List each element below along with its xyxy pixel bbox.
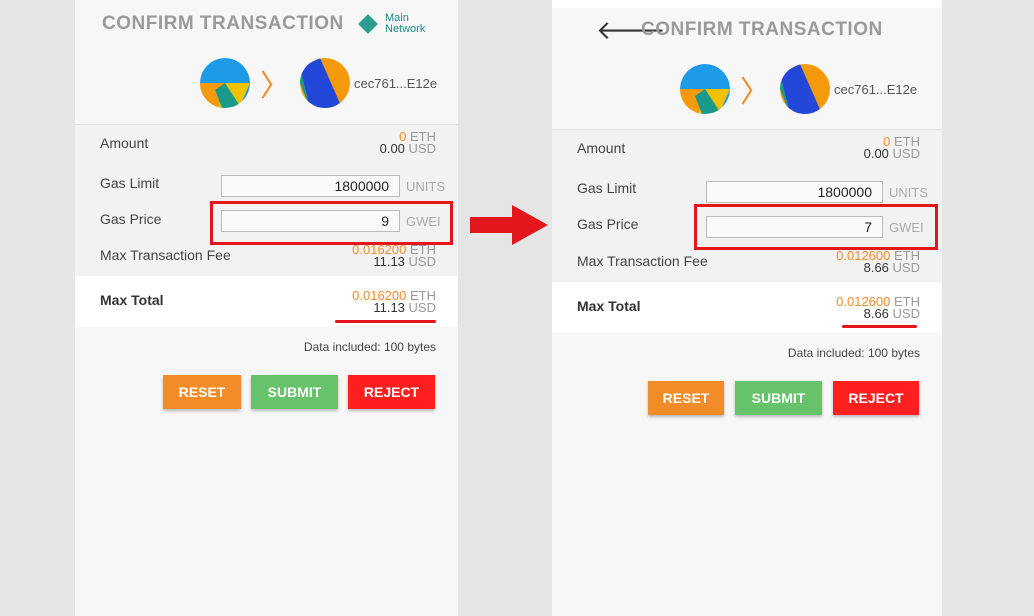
sender-avatar-icon [680,64,730,114]
usd-total-underline [335,320,436,323]
max-total-value: 0.016200 ETH 11.13 USD [352,288,436,315]
max-total-label: Max Total [577,298,641,314]
network-label: Main Network [385,12,426,35]
chevron-right-icon: 〉 [740,75,770,110]
sender-avatar-icon [200,58,250,108]
usd-total-underline [842,325,917,328]
gas-limit-unit: UNITS [889,185,928,200]
account-flow: 〉 cec761...E12e [200,58,437,108]
gas-limit-input[interactable]: 1800000 [706,181,883,203]
reject-button[interactable]: REJECT [833,381,919,415]
gas-limit-row: Gas Limit 1800000 UNITS [75,170,458,200]
arrow-right-icon [470,205,548,245]
gas-limit-label: Gas Limit [100,175,160,191]
submit-button[interactable]: SUBMIT [735,381,822,415]
max-fee-label: Max Transaction Fee [577,253,708,269]
amount-row: Amount 0 ETH 0.00 USD [75,125,458,165]
header-strip [552,0,942,8]
gas-price-highlight [210,201,453,245]
network-selector[interactable]: Main Network [358,12,426,35]
chevron-right-icon: 〉 [260,69,290,104]
recipient-address: cec761...E12e [354,75,438,91]
max-total-label: Max Total [100,292,164,308]
reject-button[interactable]: REJECT [348,375,435,409]
amount-label: Amount [100,135,149,151]
max-fee-value: 0.016200 ETH 11.13 USD [352,242,436,269]
recipient-address: cec761...E12e [834,81,918,97]
gas-limit-label: Gas Limit [577,180,637,196]
reset-button[interactable]: RESET [163,375,241,409]
amount-value: 0 ETH 0.00 USD [379,129,436,156]
max-fee-row: Max Transaction Fee 0.012600 ETH 8.66 US… [552,246,942,283]
submit-button[interactable]: SUBMIT [251,375,338,409]
confirm-panel-after: 🡐 CONFIRM TRANSACTION 〉 cec761...E12e Am… [552,0,942,616]
recipient-avatar-icon [300,58,350,108]
page-title: CONFIRM TRANSACTION [641,19,883,40]
reset-button[interactable]: RESET [648,381,724,415]
recipient-avatar-icon [780,64,830,114]
network-diamond-icon [358,14,378,34]
page-title: CONFIRM TRANSACTION [102,13,344,34]
max-total-value: 0.012600 ETH 8.66 USD [836,294,920,321]
gas-limit-input[interactable]: 1800000 [221,175,400,197]
max-fee-value: 0.012600 ETH 8.66 USD [836,248,920,275]
data-included-text: Data included: 100 bytes [303,340,436,354]
max-fee-row: Max Transaction Fee 0.016200 ETH 11.13 U… [75,241,458,277]
amount-value: 0 ETH 0.00 USD [863,134,920,161]
gas-price-highlight [694,204,938,250]
transaction-details: Amount 0 ETH 0.00 USD Gas Limit 1800000 … [75,124,458,276]
gas-limit-row: Gas Limit 1800000 UNITS [552,175,942,205]
max-fee-label: Max Transaction Fee [100,247,231,263]
amount-row: Amount 0 ETH 0.00 USD [552,130,942,170]
data-included-text: Data included: 100 bytes [787,346,920,360]
account-flow: 〉 cec761...E12e [680,64,917,114]
gas-limit-unit: UNITS [406,179,445,194]
gas-price-label: Gas Price [100,211,162,227]
gas-price-label: Gas Price [577,216,639,232]
confirm-panel-before: CONFIRM TRANSACTION Main Network 〉 cec76… [75,0,458,616]
amount-label: Amount [577,140,626,156]
